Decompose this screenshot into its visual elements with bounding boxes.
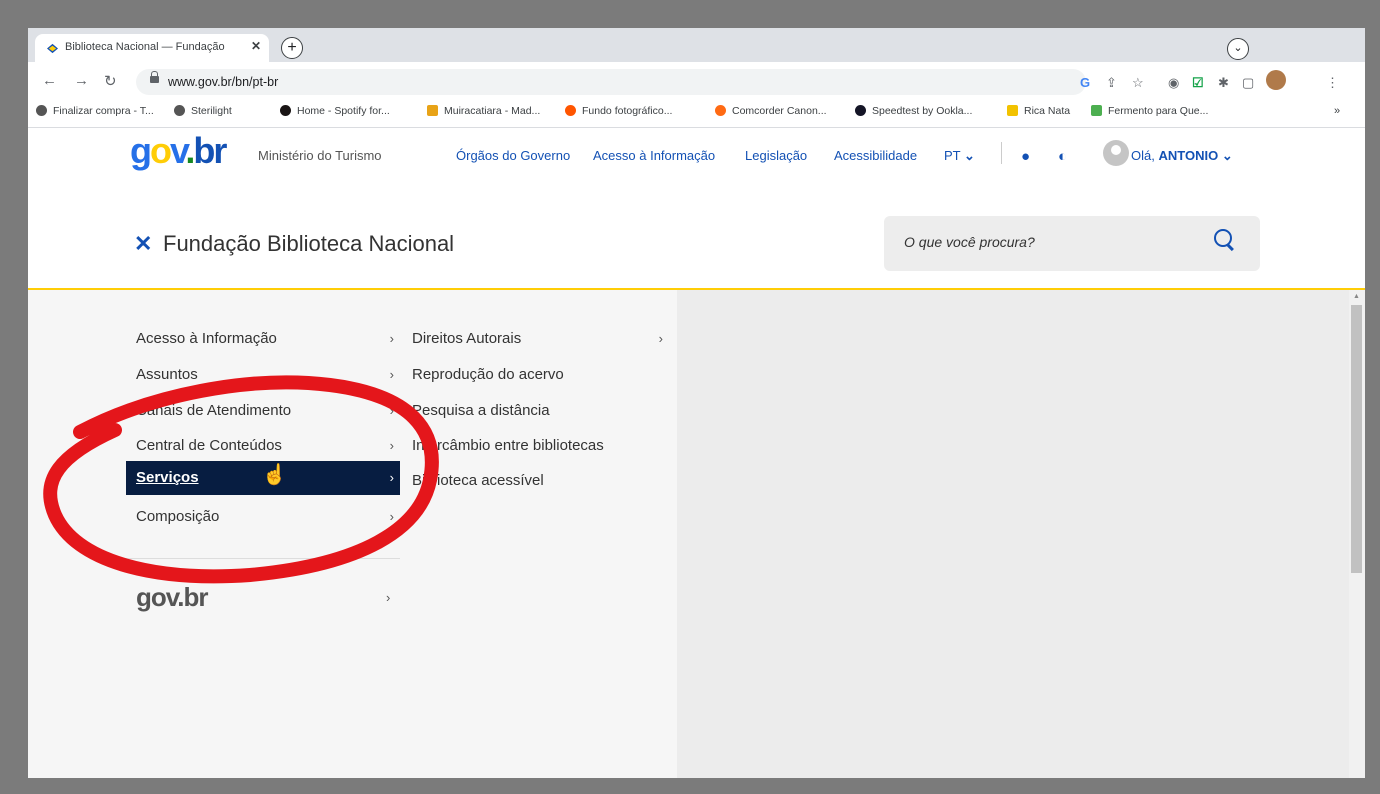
menu-item-central-conteudos[interactable]: Central de Conteúdos › bbox=[126, 431, 400, 461]
chevron-down-icon: ⌄ bbox=[964, 148, 975, 163]
close-menu-icon[interactable]: ✕ bbox=[134, 231, 152, 257]
search-icon[interactable] bbox=[1214, 229, 1232, 247]
search-field[interactable]: O que você procura? bbox=[884, 216, 1260, 271]
chevron-down-icon: ⌄ bbox=[1221, 148, 1233, 163]
yeast-logo-icon bbox=[1091, 105, 1102, 116]
checkmark-extension-icon[interactable]: ☑ bbox=[1192, 75, 1204, 91]
globe-icon bbox=[36, 105, 47, 116]
bookmark-item[interactable]: Muiracatiara - Mad... bbox=[427, 105, 540, 117]
search-placeholder: O que você procura? bbox=[904, 234, 1035, 250]
more-bookmarks-icon[interactable]: » bbox=[1334, 105, 1340, 117]
side-panel-icon[interactable]: ▢ bbox=[1242, 75, 1254, 91]
chevron-right-icon: › bbox=[386, 590, 391, 605]
menu-divider bbox=[126, 558, 400, 559]
browser-menu-icon[interactable]: ⋮ bbox=[1326, 75, 1339, 91]
user-avatar-icon[interactable] bbox=[1103, 140, 1129, 166]
browser-window: Biblioteca Nacional — Fundação ✕ + ⌄ ← →… bbox=[28, 28, 1365, 778]
url-text: www.gov.br/bn/pt-br bbox=[168, 75, 279, 89]
bookmark-item[interactable]: Fundo fotográfico... bbox=[565, 105, 672, 117]
menu-secondary-column: Direitos Autorais › Reprodução do acervo … bbox=[401, 290, 678, 778]
menu-item-assuntos[interactable]: Assuntos › bbox=[126, 360, 400, 390]
menu-empty-panel bbox=[677, 290, 1349, 778]
share-icon[interactable]: ⇪ bbox=[1106, 75, 1117, 91]
bookmark-item[interactable]: Sterilight bbox=[174, 105, 232, 117]
bookmark-item[interactable]: Fermento para Que... bbox=[1091, 105, 1208, 117]
header-divider bbox=[1001, 142, 1002, 164]
profile-avatar-icon[interactable] bbox=[1266, 70, 1286, 90]
menu-item-composicao[interactable]: Composição › bbox=[126, 502, 400, 532]
chevron-right-icon: › bbox=[658, 331, 663, 346]
chevron-right-icon: › bbox=[389, 438, 394, 453]
site-name: Fundação Biblioteca Nacional bbox=[163, 231, 455, 256]
submenu-item-biblioteca-acessivel[interactable]: Biblioteca acessível bbox=[401, 466, 669, 496]
spotify-icon bbox=[280, 105, 291, 116]
chevron-right-icon: › bbox=[389, 331, 394, 346]
tab-title: Biblioteca Nacional — Fundação bbox=[65, 41, 225, 53]
hand-pointer-icon: ☝ bbox=[262, 464, 287, 486]
page-scrollbar[interactable]: ▲ bbox=[1349, 290, 1365, 778]
site-header: gov.br Ministério do Turismo Órgãos do G… bbox=[28, 128, 1365, 290]
user-menu[interactable]: Olá, ANTONIO ⌄ bbox=[1131, 148, 1233, 164]
header-link-legislacao[interactable]: Legislação bbox=[745, 148, 807, 163]
ministry-name: Ministério do Turismo bbox=[258, 148, 382, 163]
forward-icon[interactable]: → bbox=[74, 72, 89, 89]
cookie-icon[interactable]: ● bbox=[1021, 148, 1030, 165]
submenu-item-intercambio[interactable]: Intercâmbio entre bibliotecas bbox=[401, 431, 669, 461]
chevron-right-icon: › bbox=[389, 367, 394, 382]
chevron-right-icon: › bbox=[389, 470, 394, 485]
bookmark-item[interactable]: Comcorder Canon... bbox=[715, 105, 827, 117]
tab-close-icon[interactable]: ✕ bbox=[251, 39, 261, 53]
chevron-right-icon: › bbox=[389, 509, 394, 524]
bookmarks-bar: Finalizar compra - T... Sterilight Home … bbox=[28, 97, 1365, 128]
new-tab-button[interactable]: + bbox=[281, 37, 303, 59]
bookmark-item[interactable]: Finalizar compra - T... bbox=[36, 105, 154, 117]
bookmark-item[interactable]: Home - Spotify for... bbox=[280, 105, 390, 117]
bookmark-item[interactable]: Rica Nata bbox=[1007, 105, 1070, 117]
cream-logo-icon bbox=[1007, 105, 1018, 116]
reload-icon[interactable]: ↻ bbox=[104, 72, 117, 90]
menu-item-canais-atendimento[interactable]: Canais de Atendimento › bbox=[126, 396, 400, 426]
globe-icon bbox=[174, 105, 185, 116]
extension-circle-icon[interactable]: ◉ bbox=[1168, 75, 1179, 91]
language-selector[interactable]: PT ⌄ bbox=[944, 148, 975, 164]
tab-search-button[interactable]: ⌄ bbox=[1227, 38, 1249, 60]
header-link-acesso[interactable]: Acesso à Informação bbox=[593, 148, 715, 163]
lock-icon bbox=[150, 71, 159, 83]
govbr-menu-item[interactable]: gov.br bbox=[136, 582, 209, 613]
active-tab[interactable]: Biblioteca Nacional — Fundação ✕ bbox=[35, 34, 269, 62]
camera-logo-icon bbox=[715, 105, 726, 116]
tab-strip: Biblioteca Nacional — Fundação ✕ + ⌄ bbox=[28, 28, 1365, 62]
submenu-item-reproducao-acervo[interactable]: Reprodução do acervo bbox=[401, 360, 669, 390]
extensions-puzzle-icon[interactable]: ✱ bbox=[1218, 75, 1229, 91]
address-bar[interactable]: www.gov.br/bn/pt-br bbox=[136, 69, 1086, 95]
house-icon bbox=[427, 105, 438, 116]
bookmark-item[interactable]: Speedtest by Ookla... bbox=[855, 105, 972, 117]
submenu-item-pesquisa-distancia[interactable]: Pesquisa a distância bbox=[401, 396, 669, 426]
site-favicon-icon bbox=[47, 43, 58, 54]
header-link-orgaos[interactable]: Órgãos do Governo bbox=[456, 148, 570, 163]
header-link-acessibilidade[interactable]: Acessibilidade bbox=[834, 148, 917, 163]
bookmark-star-icon[interactable]: ☆ bbox=[1132, 75, 1144, 91]
back-icon[interactable]: ← bbox=[42, 72, 57, 89]
chevron-right-icon: › bbox=[389, 403, 394, 418]
govbr-logo[interactable]: gov.br bbox=[130, 130, 227, 172]
submenu-item-direitos-autorais[interactable]: Direitos Autorais › bbox=[401, 324, 669, 354]
speedometer-icon bbox=[855, 105, 866, 116]
menu-item-acesso-informacao[interactable]: Acesso à Informação › bbox=[126, 324, 400, 354]
contrast-icon[interactable]: ◐ bbox=[1058, 148, 1067, 165]
arrow-logo-icon bbox=[565, 105, 576, 116]
google-translate-icon[interactable]: G bbox=[1080, 75, 1090, 90]
menu-primary-column: Acesso à Informação › Assuntos › Canais de… bbox=[28, 290, 402, 778]
scroll-up-icon[interactable]: ▲ bbox=[1353, 293, 1360, 300]
navigation-menu: Acesso à Informação › Assuntos › Canais de… bbox=[28, 290, 1365, 778]
scroll-thumb[interactable] bbox=[1351, 305, 1362, 573]
